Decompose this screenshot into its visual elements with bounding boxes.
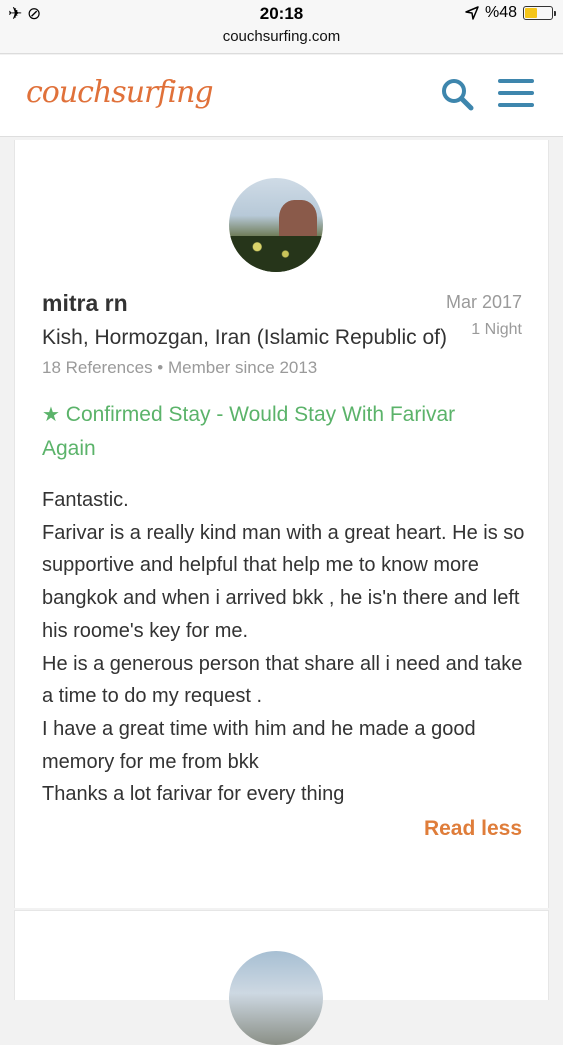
url-text: couchsurfing.com [222,28,341,45]
avatar[interactable] [229,951,323,1045]
avatar[interactable] [229,178,323,272]
reference-body: Fantastic. Farivar is a really kind man … [42,484,532,811]
app-header: couchsurfing [0,55,563,137]
author-meta: 18 References • Member since 2013 [42,358,318,377]
confirmed-stay-label: Confirmed Stay - Would Stay With Farivar… [42,403,456,460]
read-less-link[interactable]: Read less [424,817,522,841]
author-location: Kish, Hormozgan, Iran (Islamic Republic … [42,326,447,349]
body-line: Fantastic. [42,489,129,511]
reference-date: Mar 2017 [445,292,522,312]
body-line: Farivar is a really kind man with a grea… [42,521,525,642]
body-line: I have a great time with him and he made… [42,717,476,773]
next-reference-card [14,910,549,1045]
body-line: He is a generous person that share all i… [42,652,523,708]
hamburger-menu-button[interactable] [498,79,534,111]
status-right: %48 [465,4,556,22]
search-button[interactable] [440,77,474,111]
star-icon: ★ [42,404,60,426]
stay-nights: 1 Night [471,321,522,338]
couchsurfing-logo[interactable]: couchsurfing [26,75,214,110]
reference-card: mitra rn Mar 2017 Kish, Hormozgan, Iran … [14,140,549,908]
hamburger-menu-icon [498,79,534,83]
search-icon [442,79,474,111]
status-bar: ✈ ⊘ 20:18 %48 [0,0,563,28]
battery-icon [523,6,556,20]
location-arrow-icon [465,6,479,20]
confirmed-stay: ★ Confirmed Stay - Would Stay With Fariv… [42,398,512,465]
body-line: Thanks a lot farivar for every thing [42,783,345,806]
url-bar[interactable]: couchsurfing.com [0,28,563,54]
battery-percent: %48 [484,4,517,21]
reference-author-name[interactable]: mitra rn [42,290,128,317]
